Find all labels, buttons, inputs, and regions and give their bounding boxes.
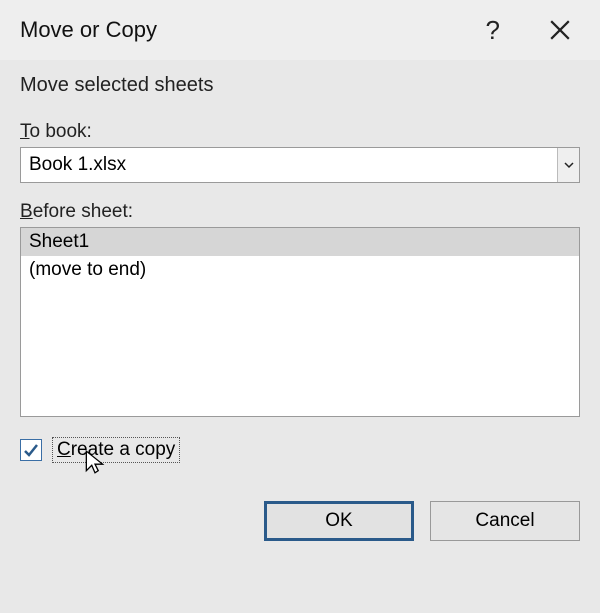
title-bar: Move or Copy ? — [0, 0, 600, 60]
list-item[interactable]: (move to end) — [21, 256, 579, 284]
close-icon[interactable] — [540, 10, 580, 50]
before-sheet-label: Before sheet: — [20, 201, 580, 223]
chevron-down-icon[interactable] — [557, 148, 579, 182]
list-item[interactable]: Sheet1 — [21, 228, 579, 256]
create-copy-checkbox[interactable] — [20, 439, 42, 461]
help-icon[interactable]: ? — [486, 15, 500, 46]
create-copy-row: Create a copy — [20, 437, 580, 463]
create-copy-label: Create a copy — [52, 437, 180, 463]
ok-button[interactable]: OK — [264, 501, 414, 541]
to-book-value: Book 1.xlsx — [29, 154, 126, 176]
to-book-label: To book: — [20, 121, 580, 143]
dialog-buttons: OK Cancel — [0, 501, 600, 559]
instructions-text: Move selected sheets — [20, 74, 580, 97]
before-sheet-listbox[interactable]: Sheet1(move to end) — [20, 227, 580, 417]
to-book-dropdown[interactable]: Book 1.xlsx — [20, 147, 580, 183]
cancel-button[interactable]: Cancel — [430, 501, 580, 541]
dialog-title: Move or Copy — [20, 17, 157, 43]
